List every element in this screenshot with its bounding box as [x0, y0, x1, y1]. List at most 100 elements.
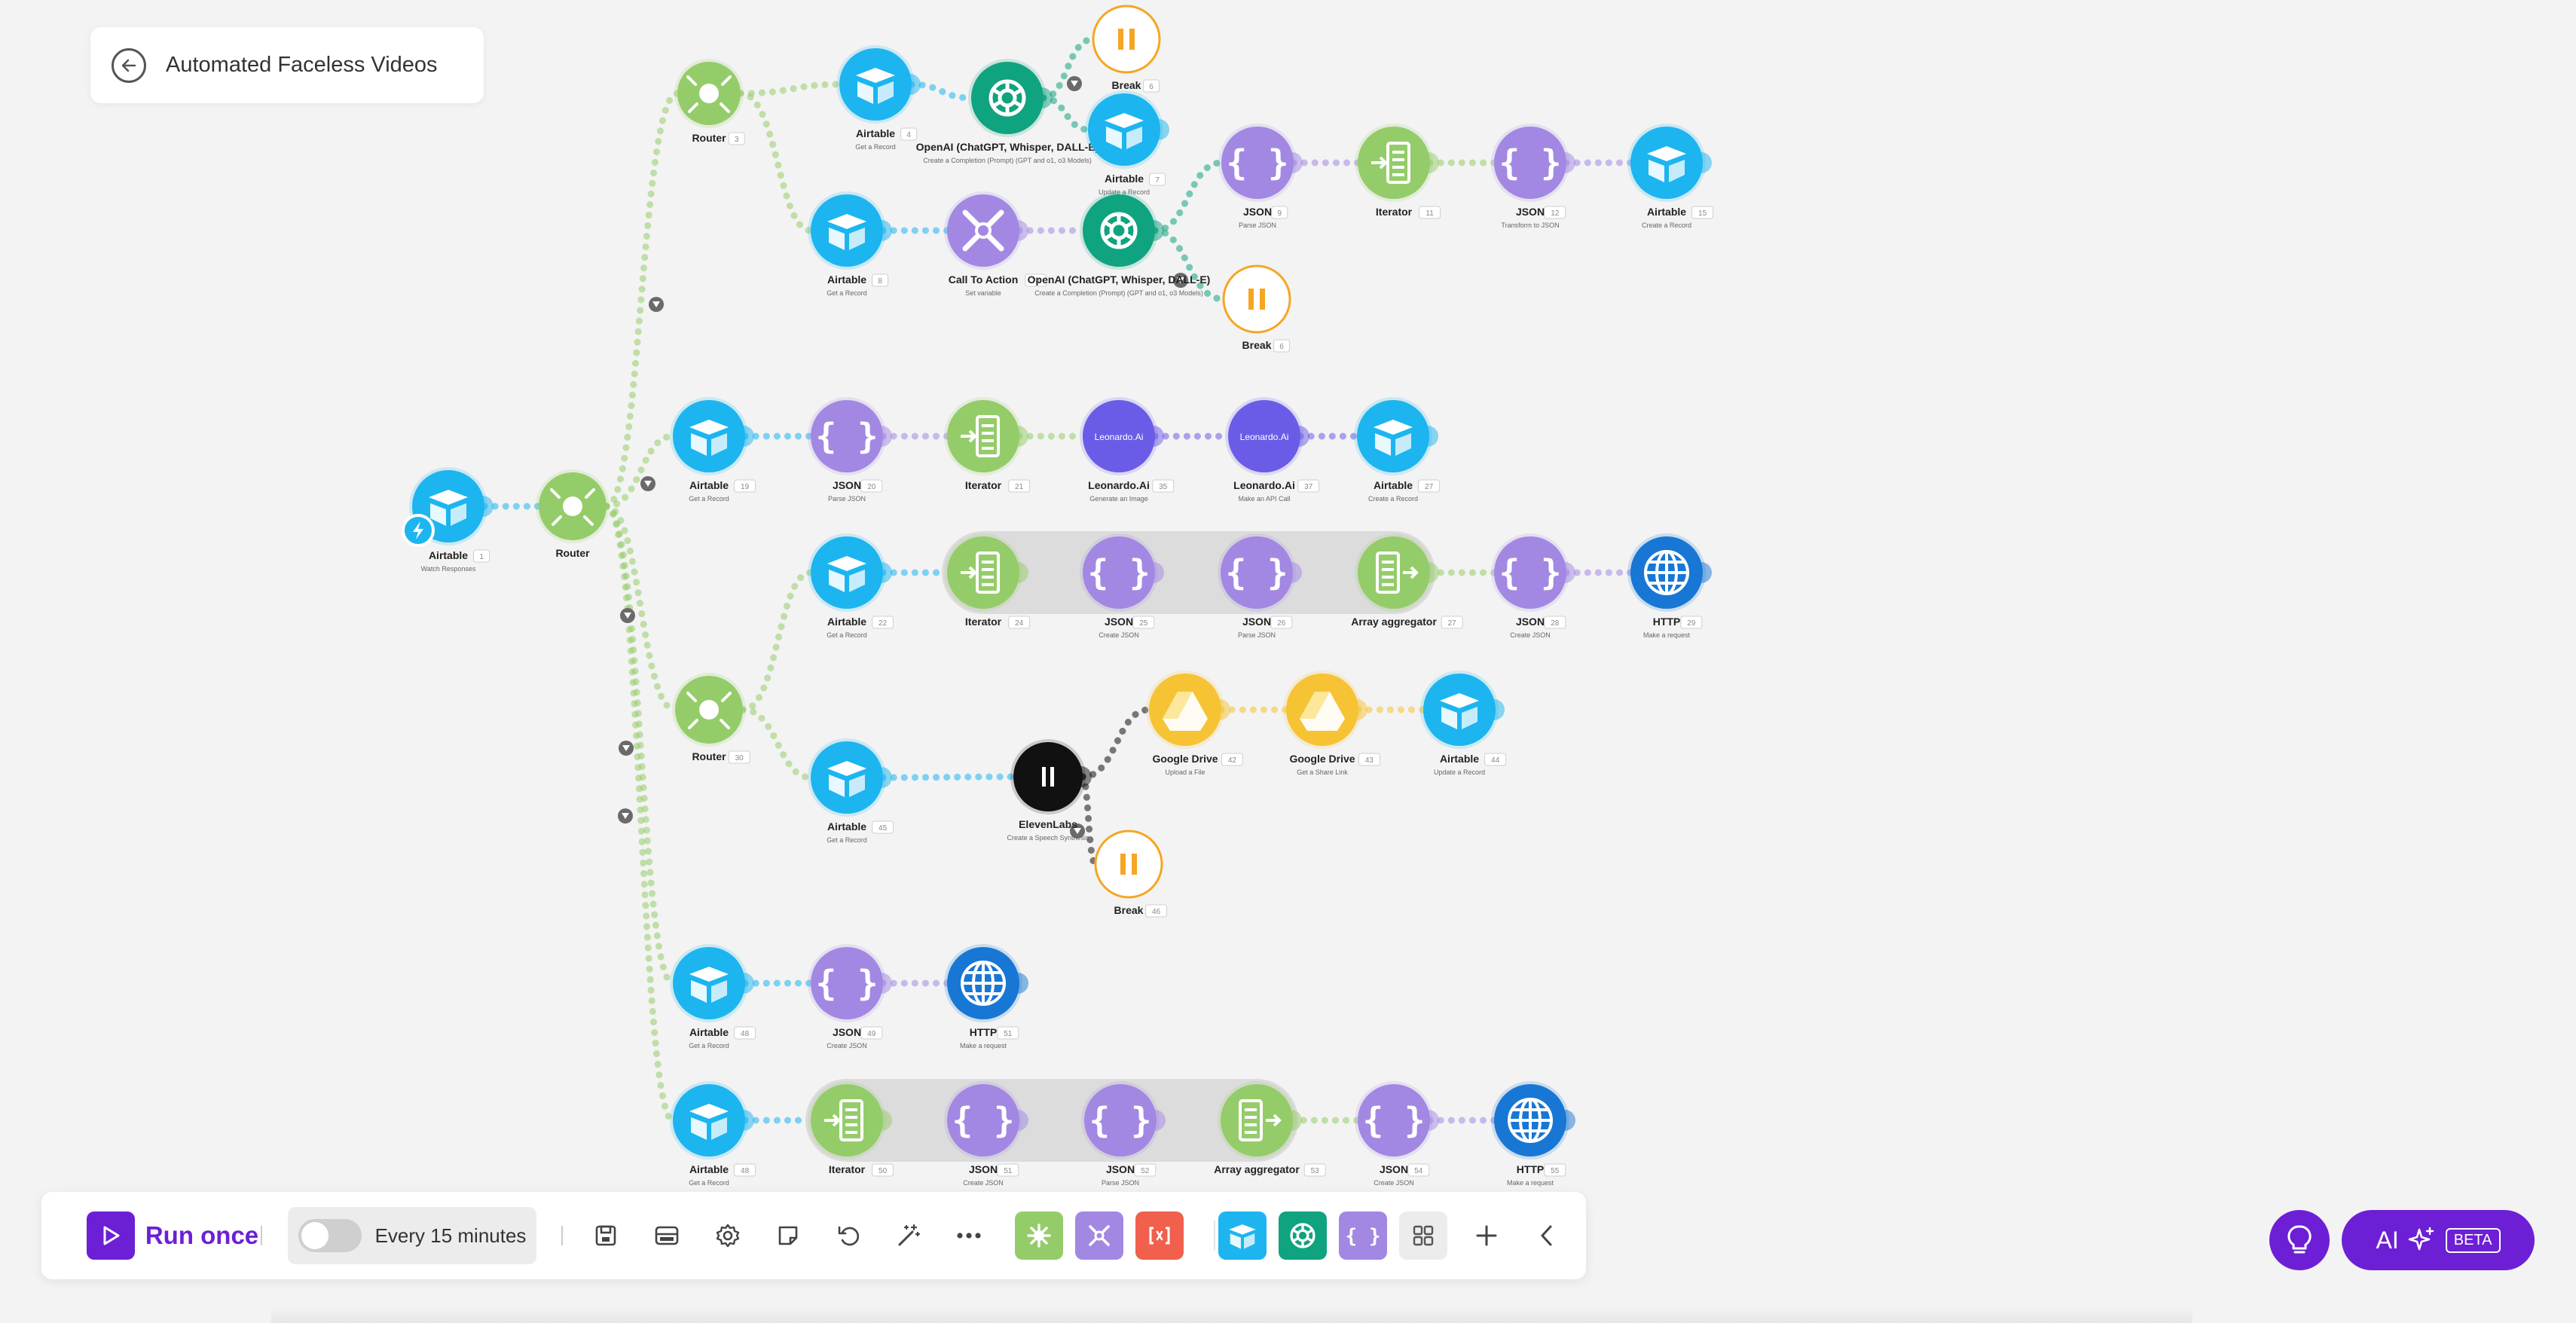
schedule-toggle[interactable]	[298, 1219, 362, 1252]
module-router[interactable]: Router 3	[674, 59, 745, 145]
module-airtable[interactable]: Airtable 15 Create a Record	[1627, 124, 1714, 229]
module-iterator[interactable]: Iterator 21	[944, 397, 1031, 493]
tools-chip[interactable]	[1015, 1211, 1063, 1260]
module-circle[interactable]	[1013, 742, 1083, 811]
module-circle[interactable]	[971, 62, 1044, 134]
module-circle[interactable]	[1358, 536, 1430, 609]
module-http[interactable]: HTTP 29 Make a request	[1627, 533, 1712, 639]
module-airtable[interactable]: Airtable 4 Get a Record	[836, 45, 921, 151]
module-break[interactable]: Break 6	[1222, 264, 1291, 353]
module-circle[interactable]	[1094, 830, 1163, 899]
connection-line[interactable]	[603, 90, 681, 510]
save-button[interactable]	[585, 1215, 627, 1257]
add-button[interactable]	[1465, 1215, 1508, 1257]
run-once-button[interactable]: Run once	[60, 1211, 286, 1260]
error-handler-chip[interactable]	[1135, 1211, 1184, 1260]
connection-line[interactable]	[737, 90, 814, 234]
tracking-button[interactable]	[646, 1215, 688, 1257]
module-airtable[interactable]: Airtable 19 Get a Record	[670, 397, 756, 503]
connection-line[interactable]	[1079, 706, 1153, 781]
module-iterator[interactable]: Iterator 11	[1355, 124, 1441, 219]
connection-line[interactable]	[739, 569, 814, 713]
module-json[interactable]: JSON 9Parse JSON	[1218, 124, 1303, 229]
module-circle[interactable]	[811, 536, 883, 609]
module-json[interactable]: JSON 12 Transform to JSON	[1491, 124, 1575, 229]
module-break[interactable]: Break 6	[1092, 5, 1161, 93]
module-airtable[interactable]: Airtable 48 Get a Record	[670, 1081, 756, 1187]
filter-icon[interactable]	[1067, 76, 1082, 91]
more-button[interactable]	[948, 1215, 990, 1257]
module-circle[interactable]	[1222, 264, 1291, 334]
module-airtable[interactable]: Airtable 22 Get a Record	[808, 533, 894, 639]
connection-line[interactable]	[1040, 35, 1097, 102]
module-airtable[interactable]: Airtable 45 Get a Record	[808, 738, 894, 844]
module-circle[interactable]	[673, 947, 745, 1019]
module-circle[interactable]	[1357, 400, 1429, 472]
module-airtable[interactable]: Airtable 44 Update a Record	[1420, 671, 1507, 776]
module-circle[interactable]	[1221, 1084, 1293, 1156]
filter-icon[interactable]	[620, 608, 635, 623]
openai-chip[interactable]	[1279, 1211, 1327, 1260]
module-airtable[interactable]: Airtable 8 Get a Record	[808, 191, 892, 297]
module-circle[interactable]	[673, 1084, 745, 1156]
module-json[interactable]: JSON 20Parse JSON	[808, 397, 892, 503]
scenario-title[interactable]: Automated Faceless Videos	[166, 53, 438, 78]
module-json[interactable]: JSON 49Create JSON	[808, 944, 892, 1050]
connection-line[interactable]	[908, 81, 975, 102]
module-circle[interactable]	[947, 400, 1019, 472]
module-openai[interactable]: OpenAI (ChatGPT, Whisper, DALL-E) Create …	[1028, 191, 1211, 297]
filter-icon[interactable]	[640, 476, 655, 491]
module-http[interactable]: HTTP 55 Make a request	[1491, 1081, 1575, 1187]
module-drive[interactable]: Google Drive 42 Upload a File	[1146, 671, 1243, 776]
settings-button[interactable]	[707, 1215, 749, 1257]
scenario-canvas[interactable]: { } Leonardo.Ai Airtable 1Watch Responses…	[0, 0, 2576, 1323]
module-circle[interactable]	[1083, 194, 1155, 267]
connection-line[interactable]	[603, 503, 677, 1124]
module-airtable[interactable]: Airtable 48 Get a Record	[670, 944, 756, 1050]
collapse-toolbar-button[interactable]	[1526, 1215, 1568, 1257]
module-circle[interactable]	[811, 1084, 883, 1156]
module-aggregator[interactable]: Array aggregator 53	[1214, 1081, 1326, 1177]
module-break[interactable]: Break 46	[1094, 830, 1167, 918]
connection-line[interactable]	[1151, 159, 1225, 234]
module-airtable[interactable]: Airtable 1Watch Responses	[402, 467, 494, 573]
module-airtable[interactable]: Airtable 7Update a Record	[1085, 90, 1169, 196]
module-circle[interactable]	[811, 194, 883, 267]
ai-assistant-button[interactable]: AI BETA	[2342, 1210, 2535, 1270]
module-circle[interactable]	[1630, 127, 1703, 199]
filter-icon[interactable]	[618, 808, 633, 823]
module-circle[interactable]	[1092, 5, 1161, 74]
flow-control-chip[interactable]	[1075, 1211, 1123, 1260]
module-circle[interactable]	[1088, 93, 1160, 166]
module-airtable[interactable]: Airtable 27 Create a Record	[1354, 397, 1441, 503]
module-aggregator[interactable]: Array aggregator 27	[1351, 533, 1463, 629]
notes-button[interactable]	[767, 1215, 809, 1257]
ai-hints-button[interactable]	[2269, 1210, 2330, 1270]
module-router[interactable]: Router 30	[672, 673, 750, 764]
undo-button[interactable]	[827, 1215, 869, 1257]
airtable-chip[interactable]	[1218, 1211, 1267, 1260]
module-leonardo[interactable]: Leonardo.Ai 37 Make an API Call	[1225, 397, 1320, 503]
connection-line[interactable]	[879, 773, 1017, 781]
json-chip[interactable]: { }	[1339, 1211, 1387, 1260]
connection-line[interactable]	[603, 432, 677, 510]
module-circle[interactable]	[673, 400, 745, 472]
module-circle[interactable]	[839, 48, 912, 121]
module-router[interactable]: Router	[536, 469, 610, 559]
module-circle[interactable]	[947, 536, 1019, 609]
auto-align-button[interactable]	[888, 1215, 930, 1257]
module-circle[interactable]	[1423, 674, 1496, 746]
connection-line[interactable]	[737, 81, 843, 97]
filter-icon[interactable]	[649, 297, 664, 312]
module-drive[interactable]: Google Drive 43 Get a Share Link	[1283, 671, 1380, 776]
module-json[interactable]: JSON 54Create JSON	[1355, 1081, 1439, 1187]
connection-line[interactable]	[1079, 773, 1099, 868]
module-json[interactable]: JSON 28Create JSON	[1491, 533, 1575, 639]
connection-line[interactable]	[739, 706, 814, 781]
module-leonardo[interactable]: Leonardo.Ai 35 Generate an Image	[1080, 397, 1175, 503]
back-button[interactable]	[112, 47, 146, 83]
module-circle[interactable]	[811, 741, 883, 814]
module-openai[interactable]: OpenAI (ChatGPT, Whisper, DALL-E) Create …	[916, 59, 1099, 164]
filter-icon[interactable]	[619, 741, 634, 756]
schedule-control[interactable]: Every 15 minutes	[288, 1207, 536, 1264]
